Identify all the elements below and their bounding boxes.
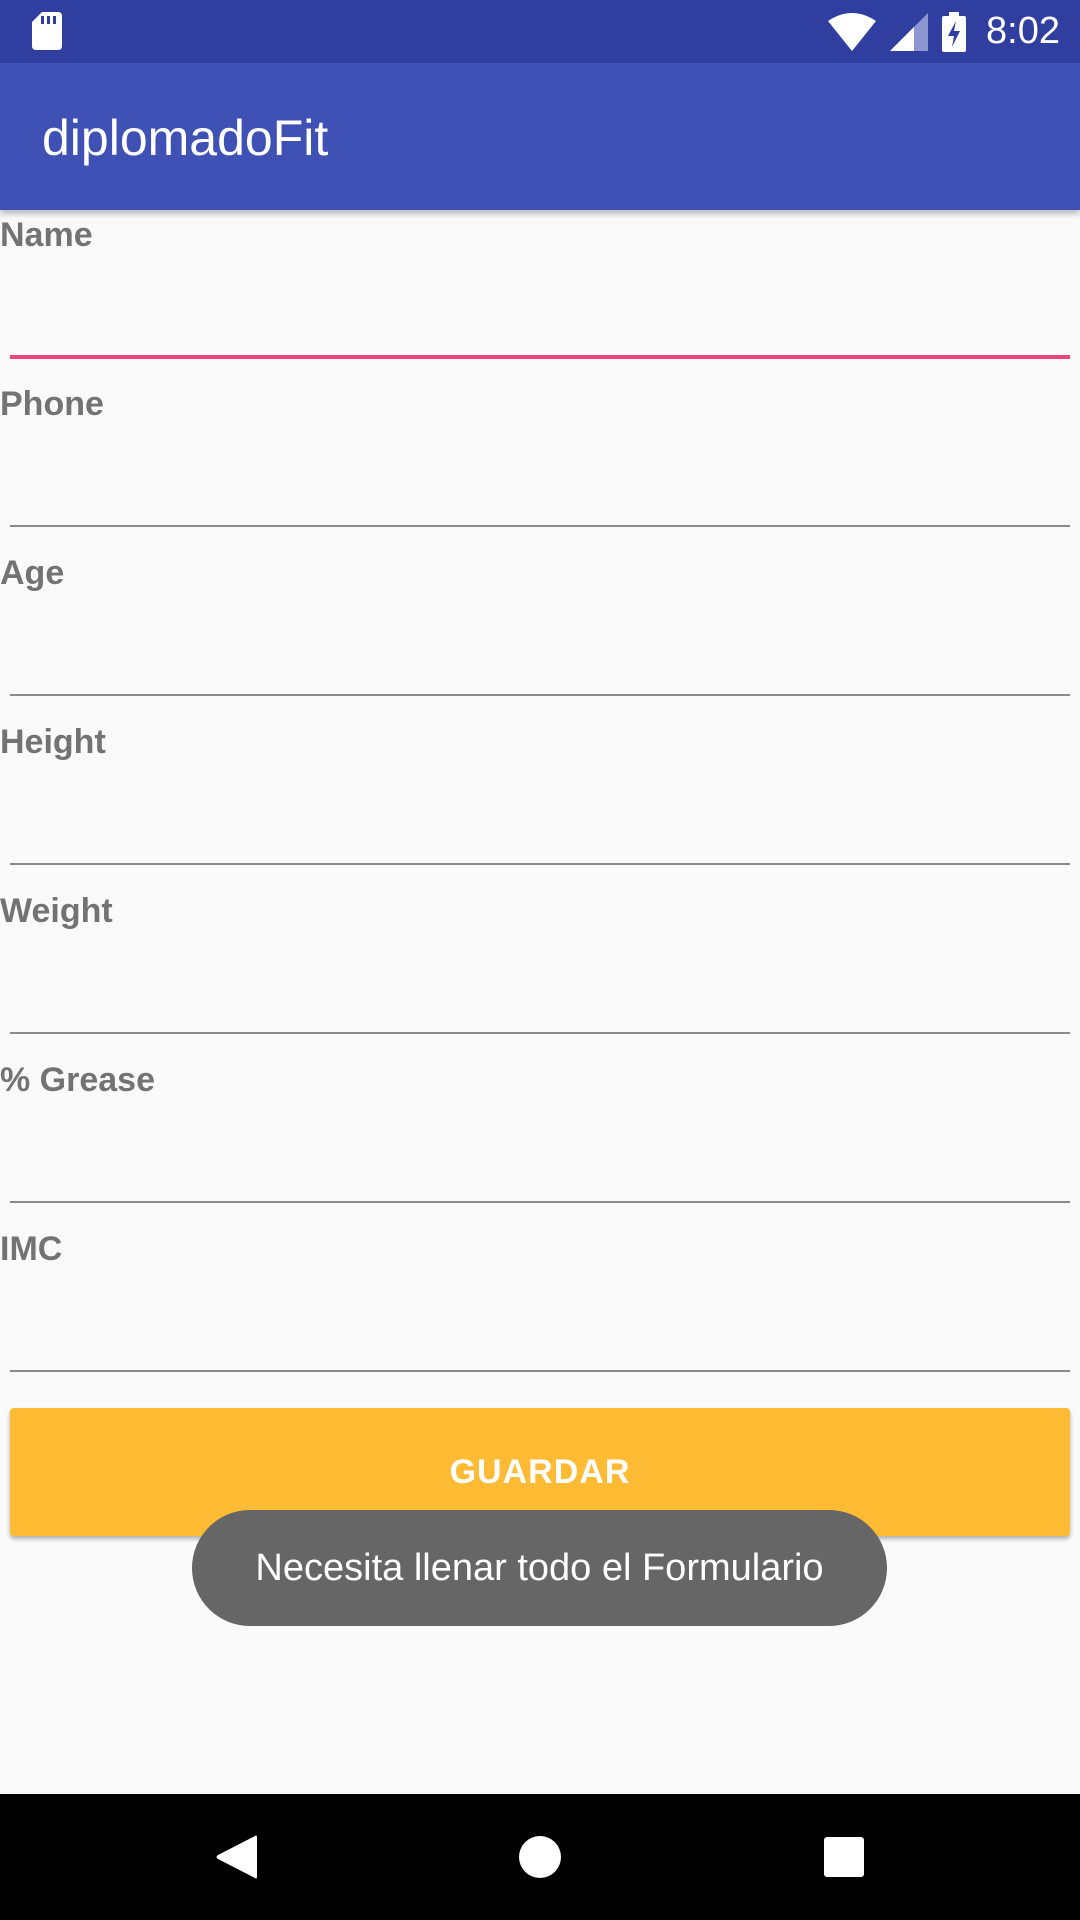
recents-icon [824,1837,864,1877]
field-height: Height [0,717,1080,886]
age-input[interactable] [10,608,1070,668]
field-age: Age [0,548,1080,717]
height-underline [10,863,1070,865]
nav-bar [0,1794,1080,1920]
age-underline [10,694,1070,696]
status-time: 8:02 [986,10,1060,52]
field-label: % Grease [0,1061,155,1099]
back-icon [216,1835,257,1879]
field-label: Height [0,723,106,761]
name-input[interactable] [10,270,1070,330]
field-label: Name [0,216,93,254]
sd-card-icon [32,12,62,50]
weight-underline [10,1032,1070,1034]
field-imc: IMC [0,1224,1080,1393]
input-underline-active [10,355,1070,359]
home-icon [519,1836,561,1878]
recents-button[interactable] [784,1794,904,1920]
field-label: IMC [0,1230,63,1268]
app-title: diplomadoFit [42,110,329,166]
battery-charging-icon [942,11,967,52]
imc-underline [10,1370,1070,1372]
toast-message: Necesita llenar todo el Formulario [192,1510,887,1626]
field-label: Phone [0,385,104,423]
grease-input[interactable] [10,1115,1070,1175]
signal-icon [890,12,929,51]
field-grease: % Grease [0,1055,1080,1224]
home-button[interactable] [480,1794,600,1920]
back-button[interactable] [176,1794,296,1920]
grease-underline [10,1201,1070,1203]
phone-underline [10,525,1070,527]
weight-input[interactable] [10,946,1070,1006]
status-bar: 8:02 [0,0,1080,63]
wifi-icon [828,12,877,51]
imc-input[interactable] [10,1284,1070,1344]
height-input[interactable] [10,777,1070,837]
field-label: Age [0,554,65,592]
toast-text: Necesita llenar todo el Formulario [255,1546,824,1589]
field-label: Weight [0,892,113,930]
field-weight: Weight [0,886,1080,1055]
field-name: Name [0,210,1080,379]
field-phone: Phone [0,379,1080,548]
phone-input[interactable] [10,439,1070,499]
app-bar: diplomadoFit [0,63,1080,210]
